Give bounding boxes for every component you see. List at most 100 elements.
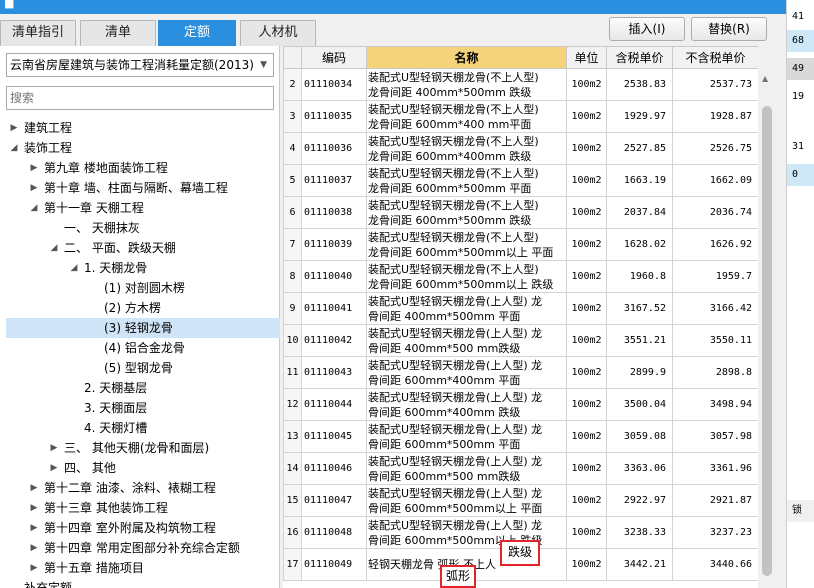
tree-node[interactable]: ◢ 1. 天棚龙骨 — [6, 258, 280, 278]
table-row[interactable]: 10 01110042 装配式U型轻钢天棚龙骨(上人型) 龙 骨间距 400mm*5… — [283, 324, 758, 357]
tree-node[interactable]: (3) 轻钢龙骨 — [6, 318, 280, 338]
collapse-arrow-icon[interactable]: ◢ — [8, 138, 20, 158]
scroll-up-icon[interactable]: ▲ — [762, 74, 768, 83]
expand-arrow-icon[interactable]: ▶ — [28, 518, 40, 538]
notax-price: 3440.66 — [672, 548, 758, 581]
tree-node[interactable]: (5) 型钢龙骨 — [6, 358, 280, 378]
table-row[interactable]: 4 01110036 装配式U型轻钢天棚龙骨(不上人型) 龙骨间距 600mm*40… — [283, 132, 758, 165]
table-row[interactable]: 2 01110034 装配式U型轻钢天棚龙骨(不上人型) 龙骨间距 400mm*50… — [283, 68, 758, 101]
row-number: 6 — [283, 196, 302, 229]
table-row[interactable]: 15 01110047 装配式U型轻钢天棚龙骨(上人型) 龙 骨间距 600mm*5… — [283, 484, 758, 517]
table-row[interactable]: 3 01110035 装配式U型轻钢天棚龙骨(不上人型) 龙骨间距 600mm*40… — [283, 100, 758, 133]
title-bar: ■ — [0, 0, 786, 14]
tree-node[interactable]: ▶ 建筑工程 — [6, 118, 280, 138]
quota-code: 01110041 — [301, 292, 367, 325]
tree-node[interactable]: ▶ 第十三章 其他装饰工程 — [6, 498, 280, 518]
table-row[interactable]: 9 01110041 装配式U型轻钢天棚龙骨(上人型) 龙 骨间距 400mm*50… — [283, 292, 758, 325]
tree-node[interactable]: (4) 铝合金龙骨 — [6, 338, 280, 358]
tree-node[interactable]: ▶ 四、 其他 — [6, 458, 280, 478]
tree-node[interactable]: 4. 天棚灯槽 — [6, 418, 280, 438]
notax-price: 3550.11 — [672, 324, 758, 357]
tree-node[interactable]: (2) 方木楞 — [6, 298, 280, 318]
tree-node[interactable]: ▶ 三、 其他天棚(龙骨和面层) — [6, 438, 280, 458]
expand-arrow-icon[interactable]: ▶ — [28, 158, 40, 178]
search-input[interactable] — [7, 87, 273, 109]
scrollbar-thumb[interactable] — [762, 106, 772, 576]
collapse-arrow-icon[interactable]: ◢ — [48, 238, 60, 258]
row-number: 9 — [283, 292, 302, 325]
replace-button[interactable]: 替换(R) — [691, 17, 767, 41]
tree-node[interactable]: ▶ 第十章 墙、柱面与隔断、幕墙工程 — [6, 178, 280, 198]
tree-node[interactable]: ▶ 第十四章 室外附属及构筑物工程 — [6, 518, 280, 538]
header-unit[interactable]: 单位 — [566, 46, 607, 69]
tree-node[interactable]: ◢ 第十一章 天棚工程 — [6, 198, 280, 218]
insert-button[interactable]: 插入(I) — [609, 17, 685, 41]
table-row[interactable]: 11 01110043 装配式U型轻钢天棚龙骨(上人型) 龙 骨间距 600mm*4… — [283, 356, 758, 389]
sheet-cell[interactable]: 68 — [787, 30, 814, 52]
chapter-tree: ▶ 建筑工程 ◢ 装饰工程 ▶ 第九章 楼地面装饰工程 ▶ 第十章 墙、柱面与隔断、幕墙工程 ◢… — [0, 118, 280, 588]
tree-node[interactable]: ▶ 第十四章 常用定图部分补充综合定额 — [6, 538, 280, 558]
tree-node[interactable]: ◢ 二、 平面、跌级天棚 — [6, 238, 280, 258]
table-row[interactable]: 8 01110040 装配式U型轻钢天棚龙骨(不上人型) 龙骨间距 600mm*50… — [283, 260, 758, 293]
expand-arrow-icon[interactable]: ▶ — [48, 438, 60, 458]
sheet-cell[interactable]: 19 — [787, 86, 814, 108]
quota-name: 装配式U型轻钢天棚龙骨(上人型) 龙 骨间距 600mm*500 mm跌级 — [366, 452, 567, 485]
tab-3[interactable]: 人材机 — [240, 20, 316, 46]
expand-arrow-icon[interactable]: ▶ — [48, 458, 60, 478]
collapse-arrow-icon[interactable]: ◢ — [28, 198, 40, 218]
tree-node[interactable]: (1) 对剖圆木楞 — [6, 278, 280, 298]
header-code[interactable]: 编码 — [301, 46, 367, 69]
search-box[interactable] — [6, 86, 274, 110]
expand-arrow-icon[interactable]: ▶ — [8, 118, 20, 138]
tree-node-label: (3) 轻钢龙骨 — [104, 321, 173, 335]
vertical-scrollbar[interactable]: ▲ — [758, 68, 776, 588]
expand-arrow-icon[interactable]: ▶ — [28, 178, 40, 198]
tax-price: 3442.21 — [606, 548, 673, 581]
tree-node[interactable]: 3. 天棚面层 — [6, 398, 280, 418]
tree-node[interactable]: 2. 天棚基层 — [6, 378, 280, 398]
header-name[interactable]: 名称 — [366, 46, 567, 69]
header-tax-price[interactable]: 含税单价 — [606, 46, 673, 69]
quota-library-select[interactable]: 云南省房屋建筑与装饰工程消耗量定额(2013) ▼ — [6, 53, 274, 77]
tree-node[interactable]: ◢ 装饰工程 — [6, 138, 280, 158]
table-header: 编码 名称 单位 含税单价 不含税单价 — [283, 46, 758, 69]
expand-arrow-icon[interactable]: ▶ — [28, 558, 40, 578]
sheet-cell[interactable]: 41 — [787, 6, 814, 28]
tree-node-label: 装饰工程 — [24, 141, 73, 155]
quota-code: 01110049 — [301, 548, 367, 581]
sheet-cell[interactable]: 49 — [787, 58, 814, 80]
table-row[interactable]: 12 01110044 装配式U型轻钢天棚龙骨(上人型) 龙 骨间距 600mm*4… — [283, 388, 758, 421]
tree-node[interactable]: ▶ 第十五章 措施项目 — [6, 558, 280, 578]
notax-price: 2898.8 — [672, 356, 758, 389]
notax-price: 2036.74 — [672, 196, 758, 229]
tab-2[interactable]: 定额 — [158, 20, 236, 46]
table-row[interactable]: 5 01110037 装配式U型轻钢天棚龙骨(不上人型) 龙骨间距 600mm*50… — [283, 164, 758, 197]
table-row[interactable]: 13 01110045 装配式U型轻钢天棚龙骨(上人型) 龙 骨间距 600mm*5… — [283, 420, 758, 453]
expand-arrow-icon[interactable]: ▶ — [28, 538, 40, 558]
row-number: 10 — [283, 324, 302, 357]
row-number: 2 — [283, 68, 302, 101]
tree-node[interactable]: ▶ 第九章 楼地面装饰工程 — [6, 158, 280, 178]
table-row[interactable]: 6 01110038 装配式U型轻钢天棚龙骨(不上人型) 龙骨间距 600mm*50… — [283, 196, 758, 229]
sheet-cell[interactable]: 0 — [787, 164, 814, 186]
quota-code: 01110048 — [301, 516, 367, 549]
tree-node[interactable]: 一、 天棚抹灰 — [6, 218, 280, 238]
tree-node[interactable]: ▶ 第十二章 油漆、涂料、裱糊工程 — [6, 478, 280, 498]
quota-name: 装配式U型轻钢天棚龙骨(上人型) 龙 骨间距 400mm*500mm 平面 — [366, 292, 567, 325]
tab-1[interactable]: 清单 — [80, 20, 156, 46]
table-row[interactable]: 7 01110039 装配式U型轻钢天棚龙骨(不上人型) 龙骨间距 600mm*50… — [283, 228, 758, 261]
sheet-cell[interactable]: 31 — [787, 136, 814, 158]
tree-node-label: 第十四章 室外附属及构筑物工程 — [44, 521, 216, 535]
expand-arrow-icon[interactable]: ▶ — [28, 478, 40, 498]
table-row[interactable]: 14 01110046 装配式U型轻钢天棚龙骨(上人型) 龙 骨间距 600mm*5… — [283, 452, 758, 485]
tree-node[interactable]: 补充定额 — [6, 578, 280, 588]
tab-0[interactable]: 清单指引 — [0, 20, 76, 46]
collapse-arrow-icon[interactable]: ◢ — [68, 258, 80, 278]
notax-price: 2537.73 — [672, 68, 758, 101]
tree-node-label: 4. 天棚灯槽 — [84, 421, 148, 435]
chevron-down-icon[interactable]: ▼ — [260, 54, 267, 76]
expand-arrow-icon[interactable]: ▶ — [28, 498, 40, 518]
quota-unit: 100m2 — [566, 356, 607, 389]
header-notax-price[interactable]: 不含税单价 — [672, 46, 758, 69]
tree-node-label: 第十二章 油漆、涂料、裱糊工程 — [44, 481, 216, 495]
